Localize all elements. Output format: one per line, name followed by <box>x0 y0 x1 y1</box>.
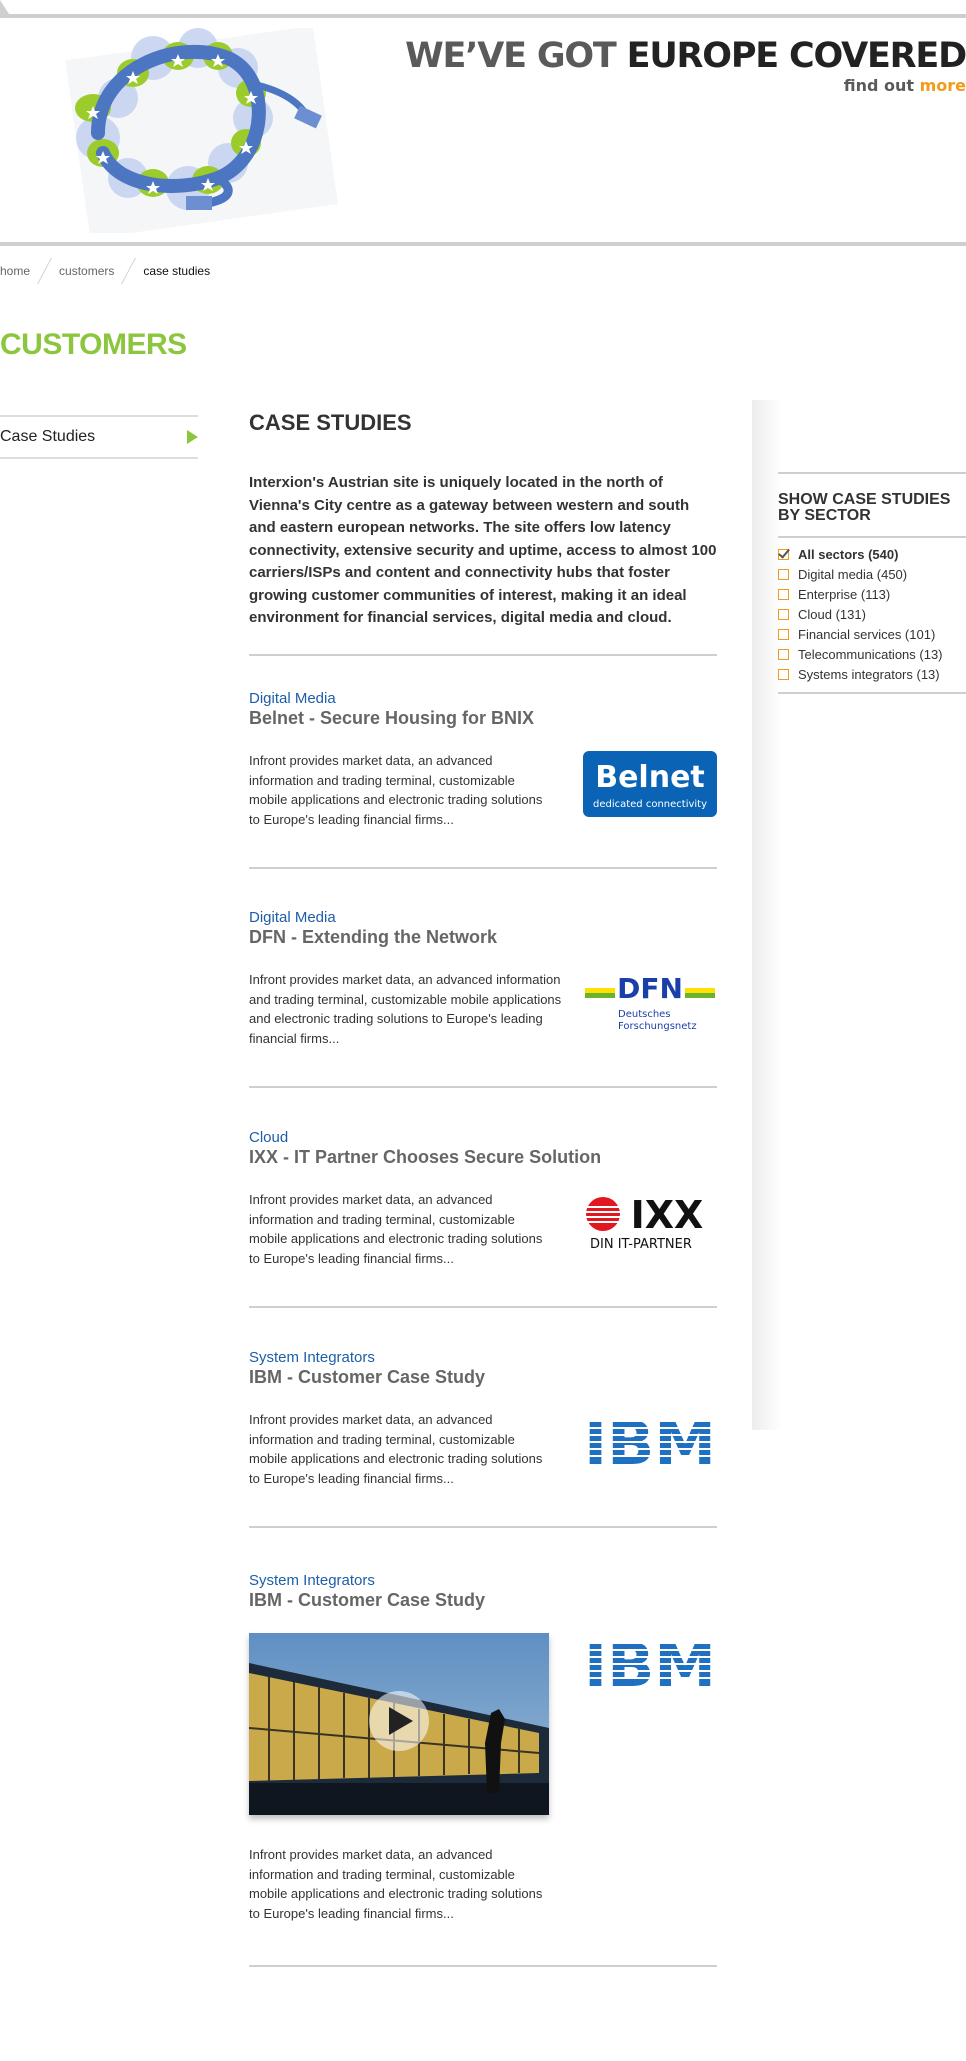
findout-text: find out <box>843 76 920 95</box>
study-category[interactable]: System Integrators <box>249 1572 717 1589</box>
intro-text: Interxion's Austrian site is uniquely lo… <box>249 474 717 626</box>
study-category[interactable]: System Integrators <box>249 1349 717 1366</box>
filter-digital-media[interactable]: Digital media (450) <box>778 564 966 584</box>
breadcrumb-separator <box>37 258 52 284</box>
study-description: Infront provides market data, an advance… <box>249 753 543 827</box>
corner-mark <box>0 0 9 18</box>
tagline: WE’VE GOT EUROPE COVERED <box>405 36 966 76</box>
ixx-logo-text: IXX <box>631 1193 704 1237</box>
europe-cable-logo[interactable] <box>58 28 348 233</box>
tagline-part2: EUROPE COVERED <box>626 36 966 76</box>
belnet-logo-subtext: dedicated connectivity <box>593 799 707 810</box>
left-nav: Case Studies <box>0 415 198 459</box>
case-study-item: System Integrators IBM - Customer Case S… <box>249 1349 717 1528</box>
divider <box>249 653 717 656</box>
video-thumbnail <box>249 1633 549 1815</box>
nav-item-label: Case Studies <box>0 428 96 445</box>
filter-label: Digital media (450) <box>798 566 908 582</box>
breadcrumb-customers[interactable]: customers <box>59 264 114 278</box>
checkbox-icon[interactable] <box>778 608 789 620</box>
sector-filter-list: All sectors (540) Digital media (450) En… <box>778 538 966 692</box>
more-link[interactable]: more <box>920 76 966 95</box>
checkbox-checked-icon[interactable] <box>778 548 789 560</box>
breadcrumb-current: case studies <box>143 264 211 278</box>
checkbox-icon[interactable] <box>778 628 789 640</box>
ibm-logo[interactable]: IBM <box>583 1632 717 1698</box>
video-player[interactable] <box>249 1633 549 1815</box>
study-description: Infront provides market data, an advance… <box>249 972 562 1046</box>
divider <box>249 1306 717 1308</box>
dfn-logo-text: DFN <box>617 972 683 1005</box>
filter-label: Telecommunications (13) <box>798 646 943 662</box>
study-description: Infront provides market data, an advance… <box>249 1412 543 1486</box>
study-description: Infront provides market data, an advance… <box>249 1192 543 1266</box>
study-category[interactable]: Digital Media <box>249 690 717 707</box>
sidebar-bottom-rule <box>778 692 966 694</box>
checkbox-icon[interactable] <box>778 568 789 580</box>
filter-label: Systems integrators (13) <box>798 666 940 682</box>
study-description: Infront provides market data, an advance… <box>249 1847 543 1921</box>
top-rule <box>0 14 966 18</box>
header-rule <box>0 242 966 246</box>
study-title[interactable]: Belnet - Secure Housing for BNIX <box>249 708 717 729</box>
filter-systems-integrators[interactable]: Systems integrators (13) <box>778 664 966 684</box>
ibm-logo[interactable]: IBM <box>583 1410 717 1476</box>
filter-telecommunications[interactable]: Telecommunications (13) <box>778 644 966 664</box>
page-title: CUSTOMERS <box>0 328 187 361</box>
section-heading: CASE STUDIES <box>249 410 412 435</box>
find-out-more[interactable]: find out more <box>844 76 966 95</box>
study-category[interactable]: Cloud <box>249 1129 717 1146</box>
filter-label: All sectors (540) <box>798 546 899 562</box>
filter-cloud[interactable]: Cloud (131) <box>778 604 966 624</box>
filter-financial-services[interactable]: Financial services (101) <box>778 624 966 644</box>
belnet-logo-text: Belnet <box>595 760 705 795</box>
main-content: CASE STUDIES Interxion's Austrian site i… <box>249 410 717 656</box>
filter-label: Financial services (101) <box>798 626 936 642</box>
checkbox-icon[interactable] <box>778 588 789 600</box>
divider <box>249 1526 717 1528</box>
study-title[interactable]: IBM - Customer Case Study <box>249 1590 717 1611</box>
study-title[interactable]: IBM - Customer Case Study <box>249 1367 717 1388</box>
study-category[interactable]: Digital Media <box>249 909 717 926</box>
filter-label: Enterprise (113) <box>798 586 891 602</box>
tagline-part1: WE’VE GOT <box>405 36 627 76</box>
divider <box>249 1965 717 1967</box>
sidebar-heading: SHOW CASE STUDIES BY SECTOR <box>778 491 951 524</box>
case-study-item: Cloud IXX - IT Partner Chooses Secure So… <box>249 1129 717 1308</box>
dfn-logo-sub2: Forschungsnetz <box>618 1021 697 1032</box>
checkbox-icon[interactable] <box>778 648 789 660</box>
case-study-item: System Integrators IBM - Customer Case S… <box>249 1572 717 1967</box>
divider <box>249 867 717 869</box>
sector-filter-panel: SHOW CASE STUDIES BY SECTOR All sectors … <box>778 472 966 694</box>
filter-label: Cloud (131) <box>798 606 866 622</box>
filter-all-sectors[interactable]: All sectors (540) <box>778 544 966 564</box>
dfn-logo-sub1: Deutsches <box>618 1009 671 1020</box>
arrow-right-icon <box>187 430 198 444</box>
checkbox-icon[interactable] <box>778 668 789 680</box>
filter-enterprise[interactable]: Enterprise (113) <box>778 584 966 604</box>
dfn-logo[interactable]: DFN Deutsches Forschungsnetz <box>583 970 717 1036</box>
nav-item-case-studies[interactable]: Case Studies <box>0 415 198 459</box>
study-title[interactable]: IXX - IT Partner Chooses Secure Solution <box>249 1147 717 1168</box>
ixx-logo-subtext: DIN IT-PARTNER <box>590 1237 692 1252</box>
case-study-item: Digital Media DFN - Extending the Networ… <box>249 909 717 1088</box>
breadcrumb: home customers case studies <box>0 258 210 284</box>
belnet-logo[interactable]: Belnet dedicated connectivity <box>583 751 717 817</box>
breadcrumb-separator <box>121 258 137 284</box>
case-study-item: Digital Media Belnet - Secure Housing fo… <box>249 690 717 869</box>
divider <box>249 1086 717 1088</box>
ixx-logo[interactable]: IXX DIN IT-PARTNER <box>583 1190 717 1256</box>
breadcrumb-home[interactable]: home <box>0 264 30 278</box>
study-title[interactable]: DFN - Extending the Network <box>249 927 717 948</box>
sidebar-top-rule <box>778 472 966 474</box>
